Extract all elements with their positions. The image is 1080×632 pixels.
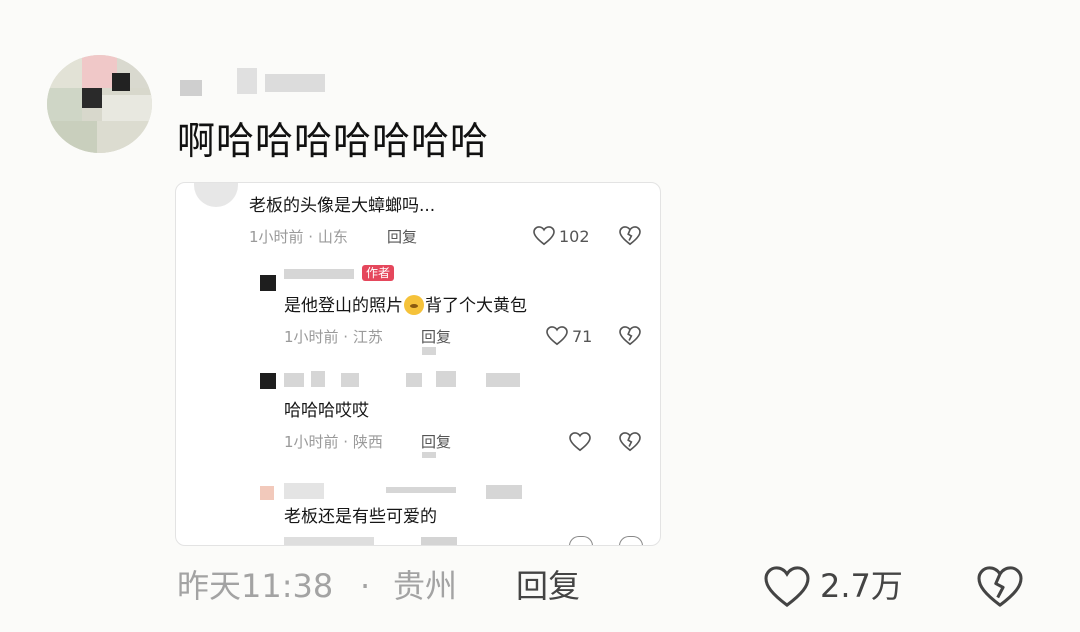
avatar-pixel: [47, 88, 82, 121]
cut-off-reply: [421, 537, 457, 545]
quoted-reply-label: 回复: [421, 328, 452, 346]
quoted-like-count: 71: [572, 327, 593, 346]
avatar-pixel: [47, 121, 97, 153]
reply-username-blurred: [311, 371, 325, 387]
avatar[interactable]: [47, 55, 152, 153]
quoted-like-count: 102: [559, 227, 590, 246]
quoted-reply-text-part: 背了个大黄包: [425, 296, 527, 316]
quoted-reply-label: 回复: [387, 228, 418, 246]
comment-text: 啊哈哈哈哈哈哈哈: [177, 119, 490, 163]
reply-username-blurred: [386, 487, 456, 493]
reply-username-blurred: [284, 373, 304, 387]
broken-heart-icon: [619, 226, 641, 246]
reply-button[interactable]: 回复: [516, 566, 580, 606]
heart-icon: [764, 566, 810, 608]
avatar-pixel: [97, 121, 152, 153]
reply-username-blurred: [341, 373, 359, 387]
quoted-reply-text: 哈哈哈哎哎: [284, 401, 369, 421]
reply-username-blurred: [406, 373, 422, 387]
broken-heart-icon: [977, 566, 1023, 607]
heart-icon: [546, 326, 568, 346]
quoted-reply-meta: 1小时前 · 陕西: [284, 433, 383, 451]
avatar: [194, 183, 238, 207]
blur-block: [422, 452, 436, 458]
reply-avatar-blurred: [260, 486, 274, 500]
avatar-pixel: [102, 95, 152, 121]
quoted-reply-meta: 1小时前 · 江苏: [284, 328, 383, 346]
username-blur-block: [237, 68, 257, 94]
comment-time: 昨天11:38: [177, 567, 334, 605]
comment-location: 贵州: [393, 567, 458, 605]
crying-emoji-icon: [404, 295, 424, 315]
quoted-reply-text: 是他登山的照片 背了个大黄包: [284, 295, 527, 317]
avatar-pixel: [112, 73, 130, 91]
quoted-comment-text: 老板的头像是大蟑螂吗...: [249, 196, 436, 216]
reply-avatar-blurred: [260, 275, 276, 291]
reply-username-blurred: [284, 269, 354, 279]
author-tag: 作者: [362, 265, 395, 281]
broken-heart-icon: [619, 432, 641, 452]
broken-heart-icon: [619, 536, 643, 545]
username-blur-block: [180, 80, 202, 96]
heart-icon: [533, 226, 555, 246]
quoted-reply-text-part: 是他登山的照片: [284, 296, 403, 316]
quoted-reply-label: 回复: [421, 433, 452, 451]
reply-username-blurred: [436, 371, 456, 387]
cut-off-meta: [284, 537, 374, 545]
like-count: 2.7万: [820, 567, 903, 605]
avatar-pixel: [47, 55, 82, 88]
reply-avatar-blurred: [260, 373, 276, 389]
reply-username-blurred: [486, 485, 522, 499]
username-blur-block: [265, 74, 325, 92]
username-blurred[interactable]: [175, 68, 335, 96]
heart-icon: [569, 432, 591, 452]
reply-username-blurred: [284, 483, 324, 499]
meta-separator: ·: [360, 567, 371, 605]
quoted-comment-meta: 1小时前 · 山东: [249, 228, 348, 246]
heart-icon: [569, 536, 593, 545]
dislike-button[interactable]: [977, 566, 1023, 608]
like-button[interactable]: [764, 566, 810, 608]
quoted-reply-text: 老板还是有些可爱的: [284, 507, 437, 527]
reply-username-blurred: [486, 373, 520, 387]
comment-image[interactable]: 老板的头像是大蟑螂吗... 1小时前 · 山东 回复 102 作者 是他登山的照…: [175, 182, 661, 546]
blur-block: [422, 347, 436, 355]
broken-heart-icon: [619, 326, 641, 346]
avatar-pixel: [82, 88, 102, 108]
